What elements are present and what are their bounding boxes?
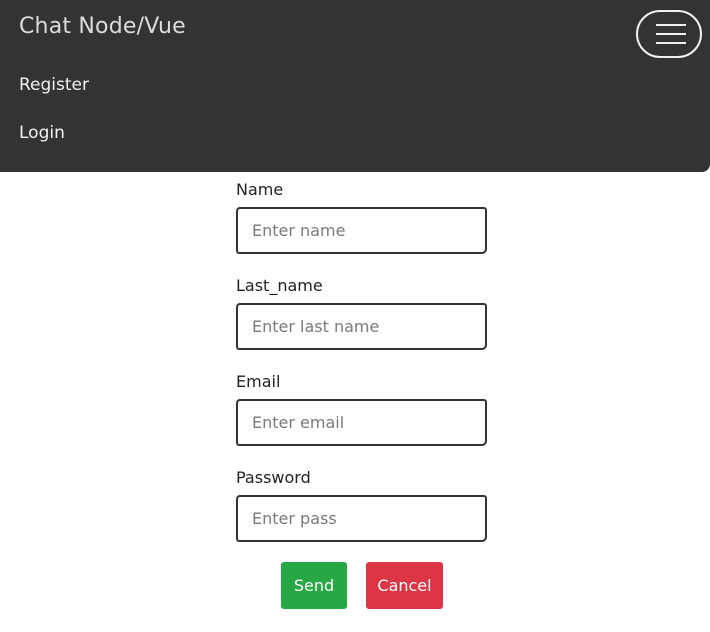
nav-link-login[interactable]: Login xyxy=(19,123,65,143)
name-input[interactable] xyxy=(236,207,487,254)
last-name-input[interactable] xyxy=(236,303,487,350)
last-name-label: Last_name xyxy=(236,276,323,295)
password-input[interactable] xyxy=(236,495,487,542)
cancel-button[interactable]: Cancel xyxy=(366,562,443,609)
navbar-toggler-button[interactable] xyxy=(636,10,702,58)
password-label: Password xyxy=(236,468,311,487)
navbar-wave-edge xyxy=(0,150,710,172)
navbar: Chat Node/Vue Register Login xyxy=(0,0,710,172)
nav-link-register[interactable]: Register xyxy=(19,75,89,95)
navbar-brand[interactable]: Chat Node/Vue xyxy=(19,14,186,39)
name-label: Name xyxy=(236,180,284,199)
email-label: Email xyxy=(236,372,281,391)
email-input[interactable] xyxy=(236,399,487,446)
send-button[interactable]: Send xyxy=(281,562,347,609)
